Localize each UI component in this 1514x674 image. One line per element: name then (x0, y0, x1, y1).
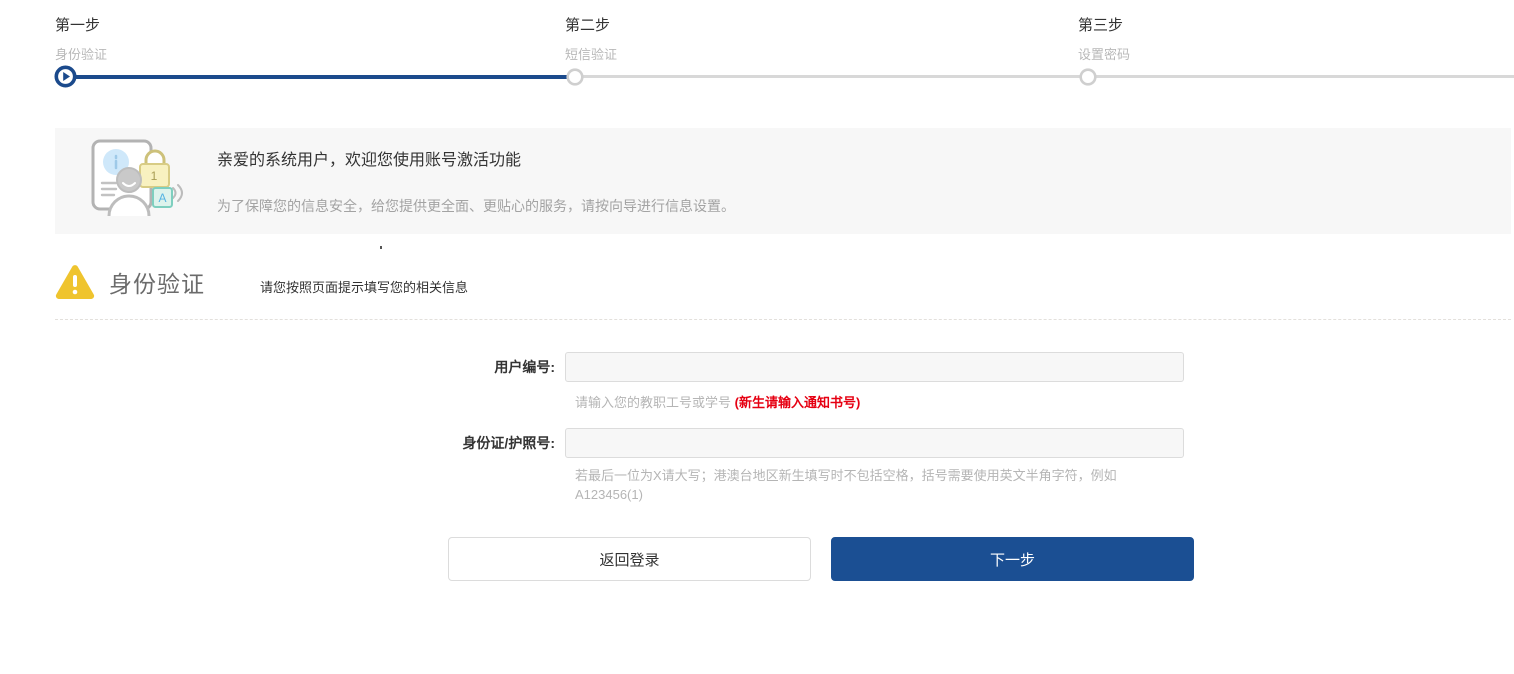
step-3-node-icon (1079, 68, 1097, 91)
back-to-login-button[interactable]: 返回登录 (448, 537, 811, 581)
step-3-title: 第三步 (1078, 14, 1130, 35)
section-title: 身份验证 (109, 265, 205, 299)
svg-text:A: A (158, 191, 166, 205)
user-id-hint: 请输入您的教职工号或学号 (新生请输入通知书号) (575, 392, 1514, 411)
banner-subtitle: 为了保障您的信息安全，给您提供更全面、更贴心的服务，请按向导进行信息设置。 (217, 196, 735, 216)
id-number-hint-line2: A123456(1) (575, 485, 1205, 504)
next-step-button[interactable]: 下一步 (831, 537, 1194, 581)
id-number-input[interactable] (565, 428, 1184, 458)
welcome-banner: 1 A 亲爱的系统用户，欢迎您使用账号激活功能 为了保障您的信息安全，给您提供更… (55, 128, 1511, 234)
step-2-node-icon (566, 68, 584, 91)
step-2-subtitle: 短信验证 (565, 44, 617, 63)
form-buttons: 返回登录 下一步 (448, 537, 1514, 581)
banner-title: 亲爱的系统用户，欢迎您使用账号激活功能 (217, 146, 735, 170)
user-id-label: 用户编号: (0, 352, 565, 382)
id-card-illustration-icon: 1 A (83, 136, 187, 226)
section-helper-text: 请您按照页面提示填写您的相关信息 (260, 277, 468, 296)
step-2: 第二步 短信验证 (565, 14, 617, 63)
svg-text:1: 1 (151, 169, 158, 183)
user-id-hint-emphasis: (新生请输入通知书号) (735, 395, 861, 410)
user-id-input[interactable] (565, 352, 1184, 382)
user-id-hint-text: 请输入您的教职工号或学号 (575, 395, 735, 410)
step-3-subtitle: 设置密码 (1078, 44, 1130, 63)
id-number-row: 身份证/护照号: (0, 428, 1514, 458)
step-2-title: 第二步 (565, 14, 617, 35)
step-1-subtitle: 身份验证 (55, 44, 107, 63)
step-1: 第一步 身份验证 (55, 14, 107, 63)
progress-fill (65, 75, 575, 79)
step-1-title: 第一步 (55, 14, 107, 35)
banner-text: 亲爱的系统用户，欢迎您使用账号激活功能 为了保障您的信息安全，给您提供更全面、更… (217, 146, 735, 216)
id-number-label: 身份证/护照号: (0, 428, 565, 458)
warning-triangle-icon (55, 264, 95, 300)
step-3: 第三步 设置密码 (1078, 14, 1130, 63)
id-number-hint-line1: 若最后一位为X请大写；港澳台地区新生填写时不包括空格，括号需要使用英文半角字符，… (575, 466, 1205, 485)
identity-form: 用户编号: 请输入您的教职工号或学号 (新生请输入通知书号) 身份证/护照号: … (0, 352, 1514, 581)
identity-section-header: 身份验证 请您按照页面提示填写您的相关信息 (55, 245, 1511, 320)
id-number-hint: 若最后一位为X请大写；港澳台地区新生填写时不包括空格，括号需要使用英文半角字符，… (575, 466, 1205, 504)
user-id-row: 用户编号: (0, 352, 1514, 382)
activation-stepper: 第一步 身份验证 第二步 短信验证 第三步 设置密码 (0, 0, 1514, 100)
step-1-active-node-icon (54, 65, 77, 93)
